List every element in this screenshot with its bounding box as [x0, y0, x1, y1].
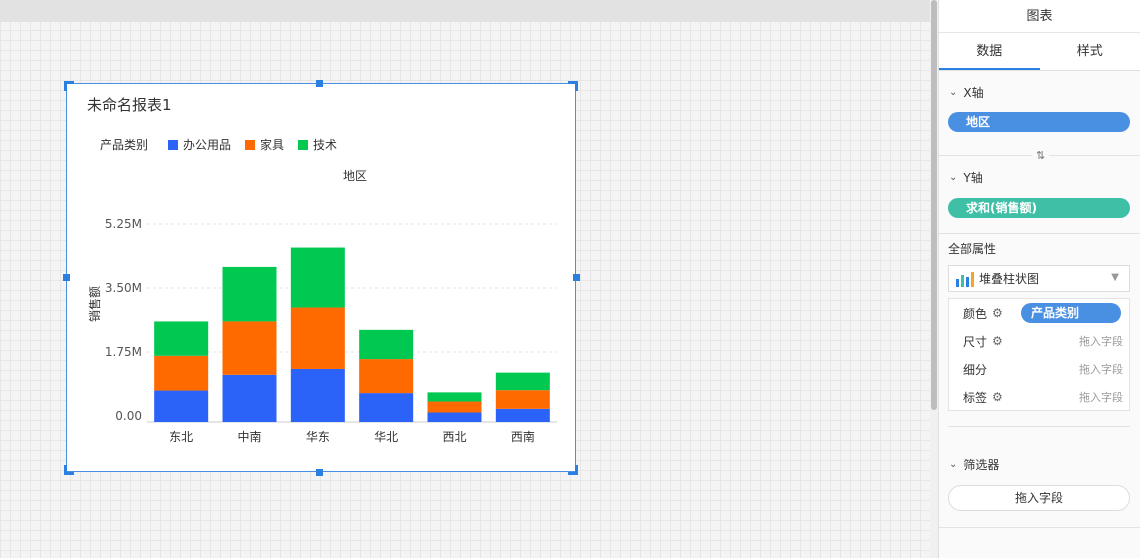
- resize-handle-top[interactable]: [316, 80, 323, 87]
- tab-style[interactable]: 样式: [1040, 33, 1140, 70]
- gear-icon[interactable]: ⚙: [992, 334, 1003, 348]
- bar-segment: [290, 247, 345, 308]
- resize-handle-right[interactable]: [573, 274, 580, 281]
- x-axis-field-pill[interactable]: 地区: [948, 112, 1130, 132]
- chart-type-select[interactable]: 堆叠柱状图 ▼: [948, 265, 1130, 292]
- bar-segment: [222, 374, 277, 422]
- panel-tabs: 数据 样式: [939, 33, 1140, 71]
- attr-row-label[interactable]: 标签 ⚙ 拖入字段: [949, 383, 1131, 411]
- gear-icon[interactable]: ⚙: [992, 306, 1003, 320]
- resize-handle-bottom-left[interactable]: [64, 465, 74, 475]
- y-axis-section: ⌄ Y轴 求和(销售额): [939, 169, 1140, 218]
- tab-data[interactable]: 数据: [939, 33, 1040, 70]
- bar-segment: [154, 355, 209, 391]
- resize-handle-bottom[interactable]: [316, 469, 323, 476]
- bar-segment: [154, 321, 209, 356]
- color-field-pill[interactable]: 产品类别: [1021, 303, 1121, 323]
- attr-name: 颜色: [963, 306, 988, 321]
- x-tick-label: 东北: [169, 430, 193, 444]
- x-tick-label: 西北: [442, 430, 466, 444]
- y-axis-field-pill[interactable]: 求和(销售额): [948, 198, 1130, 218]
- gear-icon[interactable]: ⚙: [992, 390, 1003, 404]
- divider: [939, 527, 1140, 528]
- attr-row-color[interactable]: 颜色 ⚙ 产品类别: [949, 299, 1131, 327]
- y-tick-label: 3.50M: [105, 281, 142, 295]
- x-tick-label: 西南: [511, 429, 535, 444]
- attr-name: 细分: [963, 362, 988, 377]
- resize-handle-bottom-right[interactable]: [568, 465, 578, 475]
- x-axis-label: X轴: [963, 86, 984, 100]
- divider: [948, 426, 1130, 427]
- x-axis-header[interactable]: ⌄ X轴: [939, 84, 1140, 101]
- filter-drop-button[interactable]: 拖入字段: [948, 485, 1130, 511]
- y-tick-label: 1.75M: [105, 345, 142, 359]
- y-axis-label: Y轴: [963, 171, 983, 185]
- attr-drop-zone[interactable]: 拖入字段: [1079, 333, 1123, 349]
- x-tick-label: 华东: [306, 430, 330, 444]
- canvas-top-bar: [0, 0, 930, 22]
- bar-segment: [495, 372, 550, 391]
- resize-handle-top-left[interactable]: [64, 81, 74, 91]
- filter-header[interactable]: ⌄ 筛选器: [939, 456, 1140, 473]
- filter-label: 筛选器: [963, 458, 1000, 472]
- attr-row-size[interactable]: 尺寸 ⚙ 拖入字段: [949, 327, 1131, 355]
- bar-segment: [290, 368, 345, 422]
- bar-segment: [427, 401, 482, 413]
- panel-header: 图表: [939, 0, 1140, 33]
- bar-segment: [359, 393, 414, 422]
- attr-row-detail[interactable]: 细分 拖入字段: [949, 355, 1131, 383]
- attr-name: 标签: [963, 390, 988, 405]
- attr-drop-zone[interactable]: 拖入字段: [1079, 389, 1123, 405]
- y-tick-label: 5.25M: [105, 217, 142, 231]
- chevron-down-icon: ⌄: [949, 172, 958, 183]
- bar-segment: [222, 321, 277, 375]
- y-tick-label: 0.00: [115, 409, 142, 423]
- bar-segment: [359, 329, 414, 360]
- y-axis-header[interactable]: ⌄ Y轴: [939, 169, 1140, 186]
- resize-handle-top-right[interactable]: [568, 81, 578, 91]
- x-axis-section: ⌄ X轴 地区: [939, 84, 1140, 132]
- x-tick-label: 华北: [374, 430, 398, 444]
- chevron-down-icon: ⌄: [949, 87, 958, 98]
- divider: [939, 233, 1140, 234]
- bar-segment: [154, 390, 209, 422]
- attr-name: 尺寸: [963, 334, 988, 349]
- dropdown-caret-icon: ▼: [1111, 272, 1119, 283]
- stacked-bar-chart: 0.00 1.75M 3.50M 5.25M 销售额东北 中南 华东 华北 西北 西南: [87, 217, 557, 444]
- canvas-scrollbar-thumb[interactable]: [931, 0, 937, 410]
- mark-attributes: 颜色 ⚙ 产品类别 尺寸 ⚙ 拖入字段 细分 拖入字段 标签 ⚙ 拖入字段: [948, 298, 1130, 411]
- chart-settings-panel: 图表 数据 样式 ⌄ X轴 地区 ⇅ ⌄ Y轴 求和(销售额) 全部属性 堆叠柱…: [938, 0, 1140, 558]
- bar-segment: [495, 408, 550, 422]
- bar-segment: [222, 266, 277, 322]
- x-tick-label: 中南: [237, 429, 261, 444]
- attr-drop-zone[interactable]: 拖入字段: [1079, 361, 1123, 377]
- chart-widget[interactable]: 未命名报表1 产品类别 办公用品 家具 技术 地区 0.00 1.75M 3.50M…: [66, 83, 576, 472]
- bar-segment: [359, 359, 414, 394]
- bar-chart-icon: [956, 271, 974, 287]
- all-properties-label: 全部属性: [948, 242, 997, 256]
- bar-segment: [427, 412, 482, 422]
- bar-segment: [427, 392, 482, 402]
- chart-type-value: 堆叠柱状图: [979, 272, 1040, 286]
- filter-section: ⌄ 筛选器: [939, 456, 1140, 473]
- y-axis-title: 销售额: [87, 286, 102, 322]
- bar-segment: [290, 307, 345, 369]
- bar-segment: [495, 390, 550, 409]
- chevron-down-icon: ⌄: [949, 459, 958, 470]
- swap-axes-icon[interactable]: ⇅: [1032, 149, 1050, 162]
- resize-handle-left[interactable]: [63, 274, 70, 281]
